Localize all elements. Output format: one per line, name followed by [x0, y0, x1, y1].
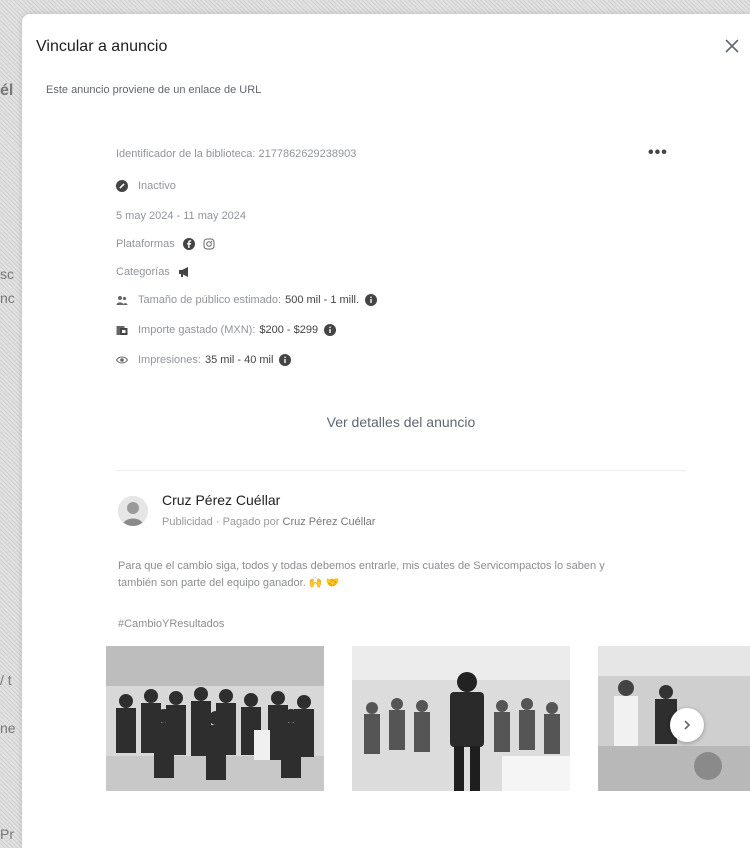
image-carousel	[106, 646, 750, 796]
dialog-title: Vincular a anuncio	[36, 38, 168, 55]
spend-label: Importe gastado (MXN):	[138, 324, 256, 336]
platforms-row: Plataformas	[116, 238, 215, 250]
advertiser-name[interactable]: Cruz Pérez Cuéllar	[162, 492, 280, 508]
bg-fragment: / t	[0, 672, 12, 688]
bg-fragment: nc	[0, 290, 15, 306]
audience-label: Tamaño de público estimado:	[138, 294, 282, 306]
people-icon	[116, 296, 128, 305]
money-icon	[116, 326, 128, 335]
sponsored-line: Publicidad · Pagado por Cruz Pérez Cuéll…	[162, 516, 376, 528]
see-ad-details-button[interactable]: Ver detalles del anuncio	[116, 414, 686, 430]
impressions-row: Impresiones: 35 mil - 40 mil	[116, 354, 292, 366]
bg-fragment: Pr	[0, 826, 14, 842]
link-ad-dialog: Vincular a anuncio Este anuncio proviene…	[22, 14, 750, 848]
paid-by-label: Pagado por	[222, 516, 280, 528]
instagram-icon	[203, 238, 215, 250]
ad-body-text: Para que el cambio siga, todos y todas d…	[118, 560, 605, 589]
inactive-status-icon	[116, 180, 128, 192]
more-options-icon[interactable]: •••	[648, 144, 668, 162]
info-icon[interactable]	[365, 294, 378, 306]
carousel-image[interactable]	[352, 646, 570, 791]
carousel-image[interactable]	[106, 646, 324, 791]
date-range: 5 may 2024 - 11 may 2024	[116, 210, 247, 222]
dialog-subtitle: Este anuncio proviene de un enlace de UR…	[46, 84, 262, 96]
profile-photo	[118, 496, 148, 526]
bg-fragment: él	[0, 82, 14, 99]
library-id: Identificador de la biblioteca: 21778626…	[116, 148, 357, 160]
spend-value: $200 - $299	[259, 324, 319, 336]
paid-by-name: Cruz Pérez Cuéllar	[282, 516, 376, 528]
info-icon[interactable]	[279, 354, 292, 366]
spend-row: Importe gastado (MXN): $200 - $299	[116, 324, 337, 336]
info-icon[interactable]	[324, 324, 337, 336]
categories-row: Categorías	[116, 266, 191, 278]
close-icon[interactable]	[720, 34, 744, 58]
audience-row: Tamaño de público estimado: 500 mil - 1 …	[116, 294, 378, 306]
status-text: Inactivo	[138, 180, 176, 192]
impressions-value: 35 mil - 40 mil	[204, 354, 274, 366]
categories-label: Categorías	[116, 266, 170, 278]
eye-icon	[116, 356, 128, 364]
platforms-label: Plataformas	[116, 238, 175, 250]
carousel-next-button[interactable]	[670, 708, 704, 742]
bg-fragment: ne	[0, 720, 16, 736]
chevron-right-icon	[684, 720, 691, 730]
divider	[116, 470, 686, 471]
facebook-icon	[182, 238, 195, 250]
impressions-label: Impresiones:	[138, 354, 201, 366]
megaphone-icon	[178, 267, 188, 277]
status-row: Inactivo	[116, 180, 176, 192]
avatar[interactable]	[118, 496, 148, 526]
sponsored-label: Publicidad	[162, 516, 213, 528]
audience-value: 500 mil - 1 mill.	[285, 294, 360, 306]
hashtag[interactable]: #CambioYResultados	[118, 618, 224, 630]
bg-fragment: sc	[0, 266, 14, 282]
